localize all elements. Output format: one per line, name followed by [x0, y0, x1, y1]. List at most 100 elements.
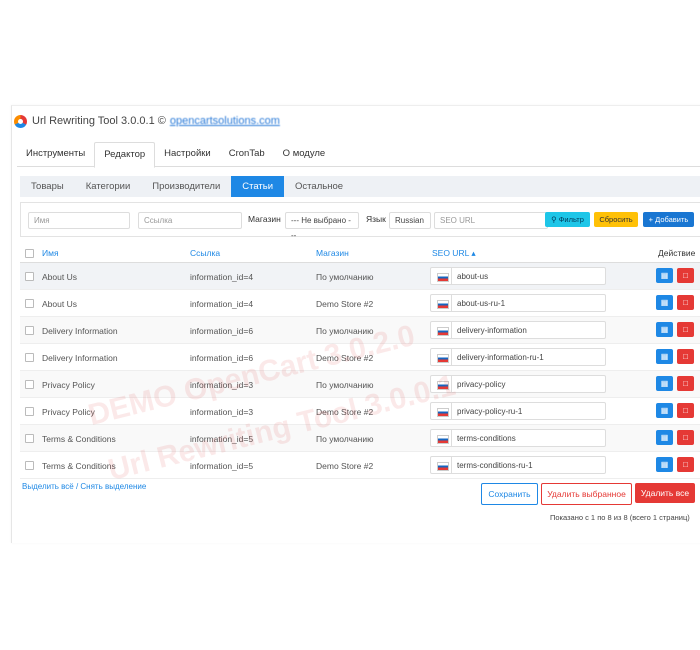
seo-url-input[interactable]: about-us — [430, 267, 606, 285]
filter-button[interactable]: ⚲ Фильтр — [545, 212, 590, 227]
row-checkbox[interactable] — [25, 272, 34, 281]
row-name: Delivery Information — [42, 326, 118, 336]
subtab-products[interactable]: Товары — [20, 176, 75, 197]
floppy-icon: ▦ — [660, 406, 669, 415]
row-delete-button[interactable]: □ — [677, 457, 694, 472]
row-name: Privacy Policy — [42, 380, 95, 390]
row-checkbox[interactable] — [25, 434, 34, 443]
delete-all-button[interactable]: Удалить все — [635, 483, 695, 503]
lang-filter-label: Язык — [366, 214, 386, 224]
row-link: information_id=4 — [190, 272, 254, 282]
add-button[interactable]: + Добавить — [643, 212, 694, 227]
row-link: information_id=3 — [190, 380, 254, 390]
delete-selected-button[interactable]: Удалить выбранное — [541, 483, 632, 505]
row-save-button[interactable]: ▦ — [656, 349, 673, 364]
filter-button-label: Фильтр — [558, 215, 584, 224]
select-all-link[interactable]: Выделить всё / Снять выделение — [22, 482, 146, 491]
row-delete-button[interactable]: □ — [677, 322, 694, 337]
row-checkbox[interactable] — [25, 299, 34, 308]
app-link[interactable]: opencartsolutions.com — [170, 115, 280, 127]
row-checkbox[interactable] — [25, 380, 34, 389]
row-delete-button[interactable]: □ — [677, 349, 694, 364]
seo-filter-input[interactable]: SEO URL — [434, 212, 548, 229]
row-save-button[interactable]: ▦ — [656, 403, 673, 418]
add-button-label: Добавить — [655, 215, 689, 224]
store-filter-select[interactable]: --- Не выбрано --- — [285, 212, 359, 240]
seo-url-input[interactable]: privacy-policy — [430, 375, 606, 393]
tab-about[interactable]: О модуле — [274, 142, 335, 166]
trash-icon: □ — [683, 271, 688, 280]
seo-url-input[interactable]: terms-conditions — [430, 429, 606, 447]
tab-tools[interactable]: Инструменты — [17, 142, 94, 166]
russian-flag-icon — [437, 327, 449, 336]
row-delete-button[interactable]: □ — [677, 403, 694, 418]
filter-bar: Имя Ссылка Магазин --- Не выбрано --- Яз… — [20, 202, 700, 240]
seo-divider — [451, 457, 452, 473]
row-delete-button[interactable]: □ — [677, 376, 694, 391]
seo-divider — [451, 376, 452, 392]
reset-button[interactable]: Сбросить — [594, 212, 638, 227]
row-store: По умолчанию — [316, 272, 374, 282]
seo-table: Имя Ссылка Магазин SEO URL ▴ Действие Ab… — [20, 244, 700, 479]
app-header: Url Rewriting Tool 3.0.0.1 © opencartsol… — [14, 112, 280, 130]
seo-divider — [451, 430, 452, 446]
table-header: Имя Ссылка Магазин SEO URL ▴ Действие — [20, 244, 700, 263]
row-delete-button[interactable]: □ — [677, 295, 694, 310]
subtab-categories[interactable]: Категории — [75, 176, 142, 197]
row-link: information_id=5 — [190, 461, 254, 471]
subtab-manufacturers[interactable]: Производители — [141, 176, 231, 197]
floppy-icon: ▦ — [660, 271, 669, 280]
row-save-button[interactable]: ▦ — [656, 430, 673, 445]
seo-url-input[interactable]: privacy-policy-ru-1 — [430, 402, 606, 420]
select-all-checkbox[interactable] — [25, 249, 34, 258]
seo-url-input[interactable]: delivery-information — [430, 321, 606, 339]
seo-url-input[interactable]: delivery-information-ru-1 — [430, 348, 606, 366]
main-tabs: Инструменты Редактор Настройки CronTab О… — [17, 142, 700, 168]
row-save-button[interactable]: ▦ — [656, 322, 673, 337]
seo-divider — [451, 295, 452, 311]
tab-editor[interactable]: Редактор — [94, 142, 156, 168]
trash-icon: □ — [683, 406, 688, 415]
link-filter-input[interactable]: Ссылка — [138, 212, 242, 229]
header-seo[interactable]: SEO URL ▴ — [432, 248, 476, 259]
row-delete-button[interactable]: □ — [677, 268, 694, 283]
table-row: Terms & Conditions information_id=5 Demo S… — [20, 452, 700, 479]
row-store: Demo Store #2 — [316, 299, 374, 309]
seo-divider — [451, 349, 452, 365]
floppy-icon: ▦ — [660, 298, 669, 307]
subtab-other[interactable]: Остальное — [284, 176, 354, 197]
seo-url-value: about-us-ru-1 — [457, 299, 506, 308]
floppy-icon: ▦ — [660, 325, 669, 334]
row-checkbox[interactable] — [25, 353, 34, 362]
header-link[interactable]: Ссылка — [190, 248, 220, 258]
table-row: Delivery Information information_id=6 По у… — [20, 317, 700, 344]
subtab-articles[interactable]: Статьи — [231, 176, 285, 197]
table-row: Privacy Policy information_id=3 Demo Store… — [20, 398, 700, 425]
lang-filter-select[interactable]: Russian — [389, 212, 431, 229]
russian-flag-icon — [437, 381, 449, 390]
tab-crontab[interactable]: CronTab — [220, 142, 274, 166]
row-delete-button[interactable]: □ — [677, 430, 694, 445]
seo-url-input[interactable]: terms-conditions-ru-1 — [430, 456, 606, 474]
russian-flag-icon — [437, 462, 449, 471]
row-checkbox[interactable] — [25, 461, 34, 470]
search-icon: ⚲ — [551, 215, 557, 224]
header-store[interactable]: Магазин — [316, 248, 349, 258]
tab-settings[interactable]: Настройки — [155, 142, 220, 166]
logo-icon — [14, 114, 27, 128]
row-save-button[interactable]: ▦ — [656, 457, 673, 472]
header-name[interactable]: Имя — [42, 248, 59, 258]
seo-url-value: about-us — [457, 272, 489, 281]
plus-icon: + — [648, 215, 654, 224]
row-save-button[interactable]: ▦ — [656, 268, 673, 283]
seo-url-input[interactable]: about-us-ru-1 — [430, 294, 606, 312]
row-checkbox[interactable] — [25, 407, 34, 416]
row-save-button[interactable]: ▦ — [656, 376, 673, 391]
name-filter-input[interactable]: Имя — [28, 212, 130, 229]
row-checkbox[interactable] — [25, 326, 34, 335]
save-button[interactable]: Сохранить — [481, 483, 538, 505]
row-save-button[interactable]: ▦ — [656, 295, 673, 310]
trash-icon: □ — [683, 352, 688, 361]
floppy-icon: ▦ — [660, 352, 669, 361]
russian-flag-icon — [437, 273, 449, 282]
